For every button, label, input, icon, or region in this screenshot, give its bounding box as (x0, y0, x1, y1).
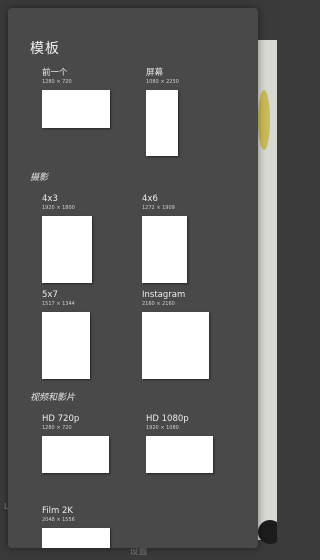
section-title-photography: 摄影 (30, 173, 49, 183)
app-window: Lab 设置 模板 前一个 1280 × 720 屏幕 1080 × 2250 … (0, 0, 277, 560)
template-item-instagram[interactable]: Instagram 2160 × 2160 (142, 290, 209, 379)
template-thumbnail[interactable] (42, 312, 90, 379)
background-brush-stroke (258, 90, 270, 150)
template-name: 屏幕 (146, 68, 164, 78)
template-size: 2160 × 2160 (142, 301, 175, 307)
template-item-screen[interactable]: 屏幕 1080 × 2250 (146, 66, 179, 156)
template-item-4x3[interactable]: 4x3 1920 × 1800 (42, 194, 92, 283)
background-action-button[interactable] (258, 520, 277, 544)
template-size: 2048 × 1556 (42, 517, 75, 523)
template-item-hd1080[interactable]: HD 1080p 1920 × 1080 (146, 414, 213, 473)
template-size: 1517 × 1344 (42, 301, 75, 307)
template-size: 1920 × 1800 (42, 205, 75, 211)
template-thumbnail[interactable] (142, 216, 187, 283)
template-size: 1272 × 1909 (142, 205, 175, 211)
template-item-4x6[interactable]: 4x6 1272 × 1909 (142, 194, 187, 283)
template-name: 4x3 (42, 194, 58, 204)
template-name: HD 1080p (146, 414, 189, 424)
template-item-film2k[interactable]: Film 2K 2048 × 1556 (42, 506, 110, 548)
section-title-video: 视频和影片 (30, 393, 76, 403)
template-thumbnail[interactable] (42, 436, 109, 473)
panel-title: 模板 (30, 41, 60, 57)
template-size: 1920 × 1080 (146, 425, 179, 431)
template-thumbnail[interactable] (42, 216, 92, 283)
template-panel: 模板 前一个 1280 × 720 屏幕 1080 × 2250 摄影 4x3 … (8, 8, 258, 548)
template-thumbnail[interactable] (146, 90, 178, 156)
template-thumbnail[interactable] (146, 436, 213, 473)
template-item-5x7[interactable]: 5x7 1517 × 1344 (42, 290, 90, 379)
template-name: Film 2K (42, 506, 73, 516)
template-thumbnail[interactable] (42, 528, 110, 548)
template-name: Instagram (142, 290, 186, 300)
template-name: 前一个 (42, 68, 68, 78)
template-size: 1280 × 720 (42, 425, 72, 431)
template-size: 1280 × 720 (42, 79, 72, 85)
template-name: 4x6 (142, 194, 158, 204)
template-item-previous[interactable]: 前一个 1280 × 720 (42, 66, 110, 128)
template-name: HD 720p (42, 414, 80, 424)
template-item-hd720[interactable]: HD 720p 1280 × 720 (42, 414, 109, 473)
template-size: 1080 × 2250 (146, 79, 179, 85)
template-thumbnail[interactable] (142, 312, 209, 379)
template-name: 5x7 (42, 290, 58, 300)
template-thumbnail[interactable] (42, 90, 110, 128)
